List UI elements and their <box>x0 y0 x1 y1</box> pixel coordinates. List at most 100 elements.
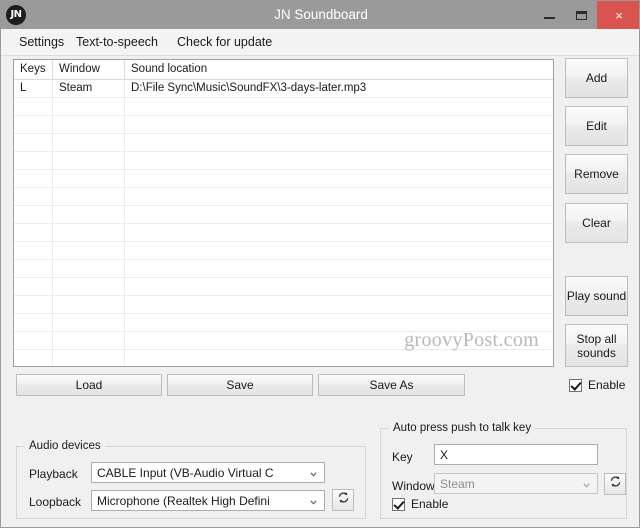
table-row-empty[interactable] <box>14 242 553 260</box>
clear-button[interactable]: Clear <box>565 203 628 243</box>
table-row[interactable]: L Steam D:\File Sync\Music\SoundFX\3-day… <box>14 80 553 98</box>
cell-empty <box>14 188 53 205</box>
enable-hotkeys-checkbox[interactable]: Enable <box>569 378 625 392</box>
ptt-key-input[interactable]: X <box>434 444 598 465</box>
cell-empty <box>125 224 553 241</box>
cell-empty <box>125 314 553 331</box>
cell-empty <box>125 188 553 205</box>
cell-empty <box>14 260 53 277</box>
refresh-icon <box>337 491 350 509</box>
playback-label: Playback <box>29 467 78 481</box>
cell-empty <box>125 260 553 277</box>
cell-empty <box>53 170 125 187</box>
cell-empty <box>125 98 553 115</box>
column-header-keys[interactable]: Keys <box>14 60 53 79</box>
table-row-empty[interactable] <box>14 278 553 296</box>
cell-empty <box>53 350 125 367</box>
push-to-talk-legend: Auto press push to talk key <box>389 422 535 434</box>
refresh-audio-devices-button[interactable] <box>332 489 354 511</box>
edit-button[interactable]: Edit <box>565 106 628 146</box>
loopback-device-select[interactable]: Microphone (Realtek High Defini <box>91 490 325 511</box>
cell-empty <box>14 170 53 187</box>
menu-bar: Settings Text-to-speech Check for update <box>1 29 640 56</box>
cell-empty <box>125 170 553 187</box>
cell-empty <box>53 278 125 295</box>
cell-empty <box>14 314 53 331</box>
sound-list[interactable]: Keys Window Sound location L Steam D:\Fi… <box>13 59 554 367</box>
cell-empty <box>125 278 553 295</box>
chevron-down-icon <box>310 471 317 478</box>
cell-empty <box>14 242 53 259</box>
cell-empty <box>14 98 53 115</box>
app-icon: JN <box>6 5 26 25</box>
table-row-empty[interactable] <box>14 314 553 332</box>
ptt-enable-checkbox[interactable]: Enable <box>392 497 448 511</box>
remove-button[interactable]: Remove <box>565 154 628 194</box>
cell-empty <box>53 188 125 205</box>
playback-device-value: CABLE Input (VB-Audio Virtual C <box>97 466 274 480</box>
cell-empty <box>14 206 53 223</box>
ptt-key-label: Key <box>392 450 413 464</box>
table-row-empty[interactable] <box>14 206 553 224</box>
audio-devices-group: Audio devices Playback CABLE Input (VB-A… <box>16 446 366 519</box>
load-button[interactable]: Load <box>16 374 162 396</box>
cell-location: D:\File Sync\Music\SoundFX\3-days-later.… <box>125 80 553 97</box>
cell-empty <box>53 314 125 331</box>
cell-empty <box>125 242 553 259</box>
save-as-button[interactable]: Save As <box>318 374 465 396</box>
cell-empty <box>125 134 553 151</box>
menu-item-check-for-update[interactable]: Check for update <box>173 33 276 51</box>
sound-list-body: L Steam D:\File Sync\Music\SoundFX\3-day… <box>14 80 553 367</box>
table-row-empty[interactable] <box>14 170 553 188</box>
cell-empty <box>125 332 553 349</box>
cell-empty <box>14 134 53 151</box>
cell-empty <box>53 242 125 259</box>
cell-empty <box>125 116 553 133</box>
save-button[interactable]: Save <box>167 374 313 396</box>
table-row-empty[interactable] <box>14 134 553 152</box>
refresh-icon <box>609 475 622 493</box>
table-row-empty[interactable] <box>14 116 553 134</box>
ptt-window-select[interactable]: Steam <box>434 473 598 494</box>
cell-empty <box>14 278 53 295</box>
menu-item-text-to-speech[interactable]: Text-to-speech <box>72 33 162 51</box>
table-row-empty[interactable] <box>14 224 553 242</box>
column-header-window[interactable]: Window <box>53 60 125 79</box>
cell-empty <box>14 350 53 367</box>
column-header-sound-location[interactable]: Sound location <box>125 60 553 79</box>
window-controls: × <box>533 1 640 29</box>
cell-empty <box>14 116 53 133</box>
loopback-device-value: Microphone (Realtek High Defini <box>97 494 270 508</box>
table-row-empty[interactable] <box>14 332 553 350</box>
cell-empty <box>14 332 53 349</box>
play-sound-button[interactable]: Play sound <box>565 276 628 316</box>
menu-item-settings[interactable]: Settings <box>15 33 68 51</box>
cell-empty <box>14 152 53 169</box>
refresh-window-list-button[interactable] <box>604 473 626 495</box>
cell-empty <box>53 116 125 133</box>
stop-all-sounds-button[interactable]: Stop all sounds <box>565 324 628 367</box>
cell-empty <box>53 98 125 115</box>
cell-empty <box>125 152 553 169</box>
minimize-button[interactable] <box>533 1 565 29</box>
cell-empty <box>53 134 125 151</box>
table-row-empty[interactable] <box>14 350 553 367</box>
cell-empty <box>125 350 553 367</box>
maximize-button[interactable] <box>565 1 597 29</box>
close-button[interactable]: × <box>597 1 640 29</box>
table-row-empty[interactable] <box>14 260 553 278</box>
cell-empty <box>14 296 53 313</box>
table-row-empty[interactable] <box>14 296 553 314</box>
table-row-empty[interactable] <box>14 98 553 116</box>
empty-rows <box>14 98 553 367</box>
minimize-icon <box>544 17 555 19</box>
push-to-talk-group: Auto press push to talk key Key X Window… <box>380 428 627 519</box>
title-bar: JN JN Soundboard × <box>1 1 640 29</box>
ptt-window-label: Window <box>392 479 435 493</box>
playback-device-select[interactable]: CABLE Input (VB-Audio Virtual C <box>91 462 325 483</box>
table-row-empty[interactable] <box>14 152 553 170</box>
checkbox-icon <box>392 498 405 511</box>
cell-window: Steam <box>53 80 125 97</box>
table-row-empty[interactable] <box>14 188 553 206</box>
add-button[interactable]: Add <box>565 58 628 98</box>
